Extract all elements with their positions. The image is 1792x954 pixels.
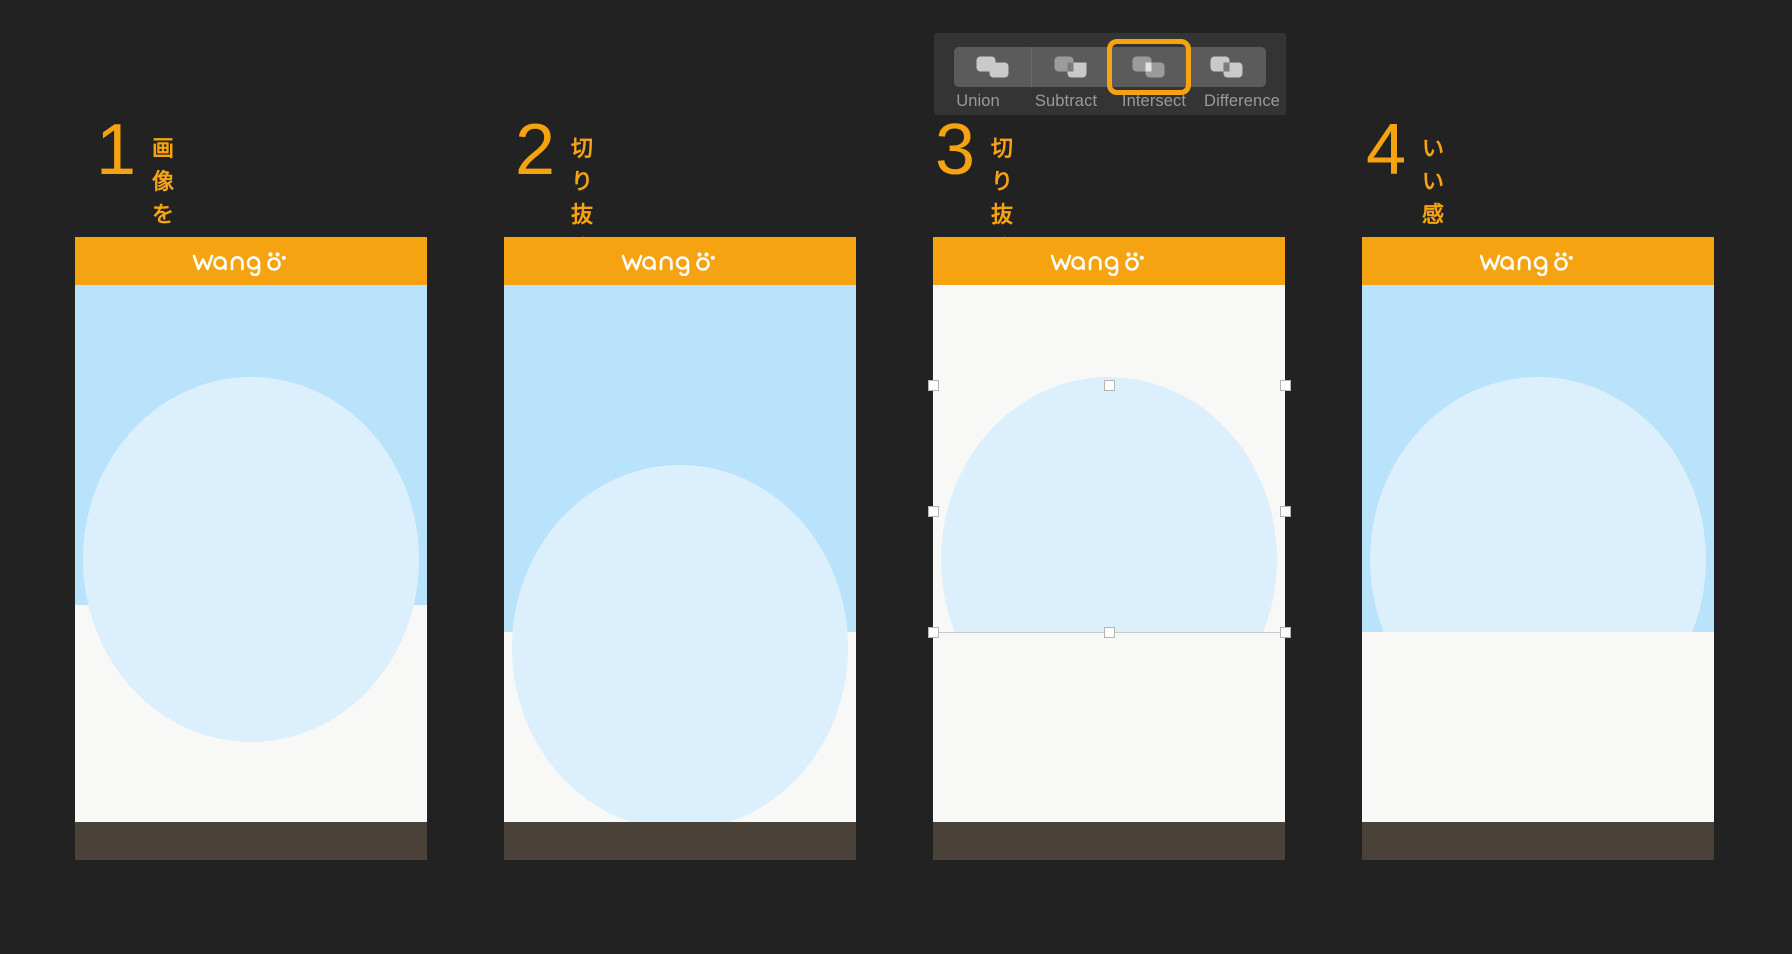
wango-logo — [621, 246, 739, 276]
selection-handle-left-middle[interactable] — [928, 506, 939, 517]
selection-handle-bottom-center[interactable] — [1104, 627, 1115, 638]
selection-handle-top-center[interactable] — [1104, 380, 1115, 391]
selection-handle-left-top[interactable] — [928, 380, 939, 391]
intersect-label: Intersect — [1121, 92, 1187, 110]
card-2-artwork — [504, 285, 856, 822]
subtract-label: Subtract — [1034, 92, 1098, 110]
difference-icon — [1210, 56, 1244, 78]
intersect-icon — [1132, 56, 1166, 78]
card-3-header — [933, 237, 1285, 285]
card-1-artwork — [75, 285, 427, 822]
selection-handle-left-bottom[interactable] — [928, 627, 939, 638]
card-2-footer — [504, 822, 856, 860]
intersect-result-clip — [933, 285, 1285, 632]
subtract-icon — [1054, 56, 1088, 78]
card-1-footer — [75, 822, 427, 860]
union-button[interactable] — [954, 47, 1033, 87]
wango-logo — [1479, 246, 1597, 276]
blob-ellipse — [83, 377, 419, 742]
blob-ellipse — [512, 465, 848, 822]
intersect-button[interactable] — [1110, 47, 1189, 87]
card-4 — [1362, 237, 1714, 860]
card-1 — [75, 237, 427, 860]
intersect-result-clip — [1362, 285, 1714, 632]
boolean-op-button-group — [954, 47, 1266, 87]
selection-handle-right-bottom[interactable] — [1280, 627, 1291, 638]
step-2-number: 2 — [515, 110, 556, 190]
card-2-header — [504, 237, 856, 285]
wango-logo — [192, 246, 310, 276]
subtract-button[interactable] — [1032, 47, 1111, 87]
selection-handle-right-middle[interactable] — [1280, 506, 1291, 517]
step-1-number: 1 — [96, 110, 137, 190]
difference-button[interactable] — [1188, 47, 1266, 87]
blob-ellipse — [941, 377, 1277, 632]
union-icon — [976, 56, 1010, 78]
card-3-footer — [933, 822, 1285, 860]
card-3-artwork — [933, 285, 1285, 822]
boolean-operations-toolbar: Union Subtract Intersect Difference — [934, 33, 1286, 115]
blob-ellipse — [1370, 377, 1706, 632]
card-4-footer — [1362, 822, 1714, 860]
step-3-number: 3 — [935, 110, 976, 190]
card-3 — [933, 237, 1285, 860]
step-4-number: 4 — [1366, 110, 1407, 190]
difference-label: Difference — [1204, 92, 1280, 110]
boolean-op-labels: Union Subtract Intersect Difference — [934, 91, 1286, 113]
card-4-artwork — [1362, 285, 1714, 822]
wango-logo — [1050, 246, 1168, 276]
card-1-header — [75, 237, 427, 285]
card-2 — [504, 237, 856, 860]
card-4-header — [1362, 237, 1714, 285]
selection-handle-right-top[interactable] — [1280, 380, 1291, 391]
